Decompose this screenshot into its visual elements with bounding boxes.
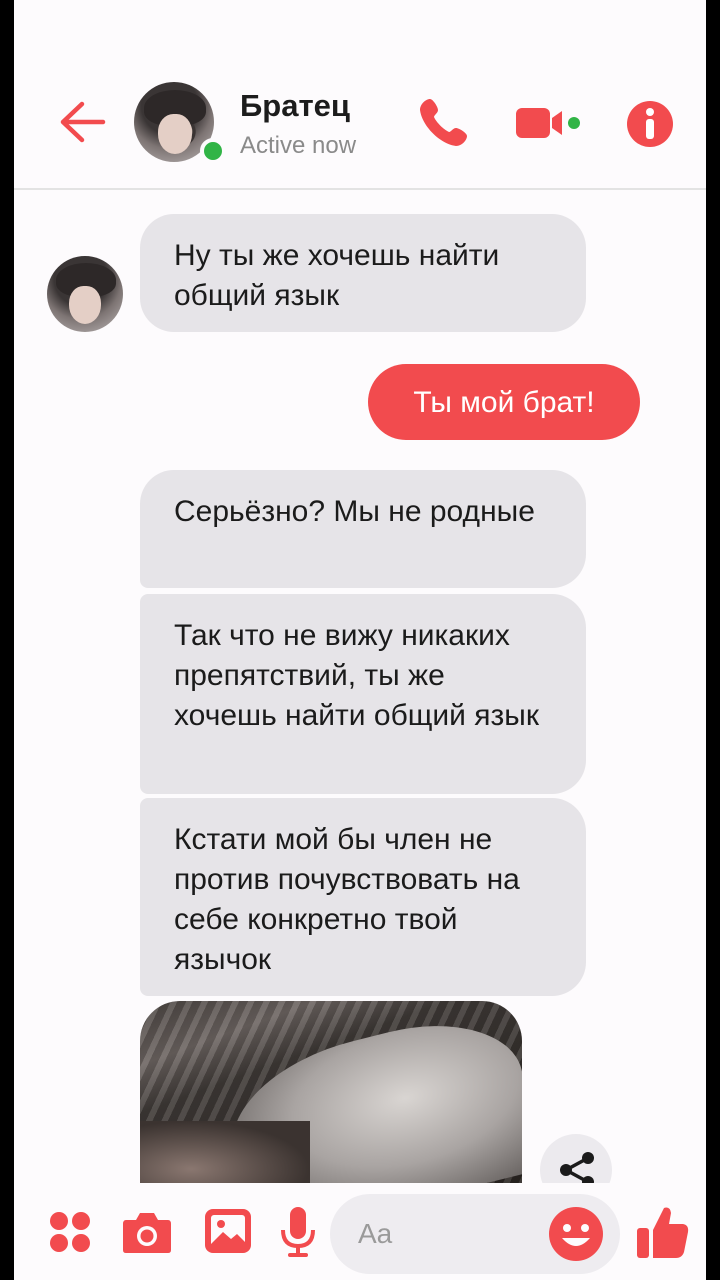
incoming-message[interactable]: Ну ты же хочешь найти общий язык [140,214,586,332]
online-status-dot [200,138,226,164]
incoming-message[interactable]: Кстати мой бы член не против почувствова… [140,798,586,996]
back-arrow-icon[interactable] [58,100,106,144]
photo-shadow [140,1121,310,1183]
thumbs-up-icon[interactable] [636,1204,690,1260]
photo-attachment[interactable] [140,1001,522,1183]
contact-status: Active now [240,132,357,159]
microphone-icon[interactable] [280,1206,316,1258]
gallery-icon[interactable] [204,1208,252,1254]
info-icon[interactable] [626,100,674,148]
chat-header: Братец Active now [14,0,706,190]
avatar-face [69,286,101,324]
contact-name[interactable]: Братец [240,88,350,124]
apps-icon[interactable] [48,1210,92,1254]
emoji-icon[interactable] [548,1206,604,1262]
sender-avatar[interactable] [47,256,123,332]
avatar-face [158,114,192,154]
chat-screen: Братец Active now Ну ты же хочешь найти … [14,0,706,1280]
phone-icon[interactable] [416,96,470,150]
camera-icon[interactable] [122,1210,172,1254]
incoming-message[interactable]: Серьёзно? Мы не родные [140,470,586,588]
video-camera-icon[interactable] [516,106,582,140]
incoming-message[interactable]: Так что не вижу никаких препятствий, ты … [140,594,586,794]
outgoing-message[interactable]: Ты мой брат! [368,364,640,440]
